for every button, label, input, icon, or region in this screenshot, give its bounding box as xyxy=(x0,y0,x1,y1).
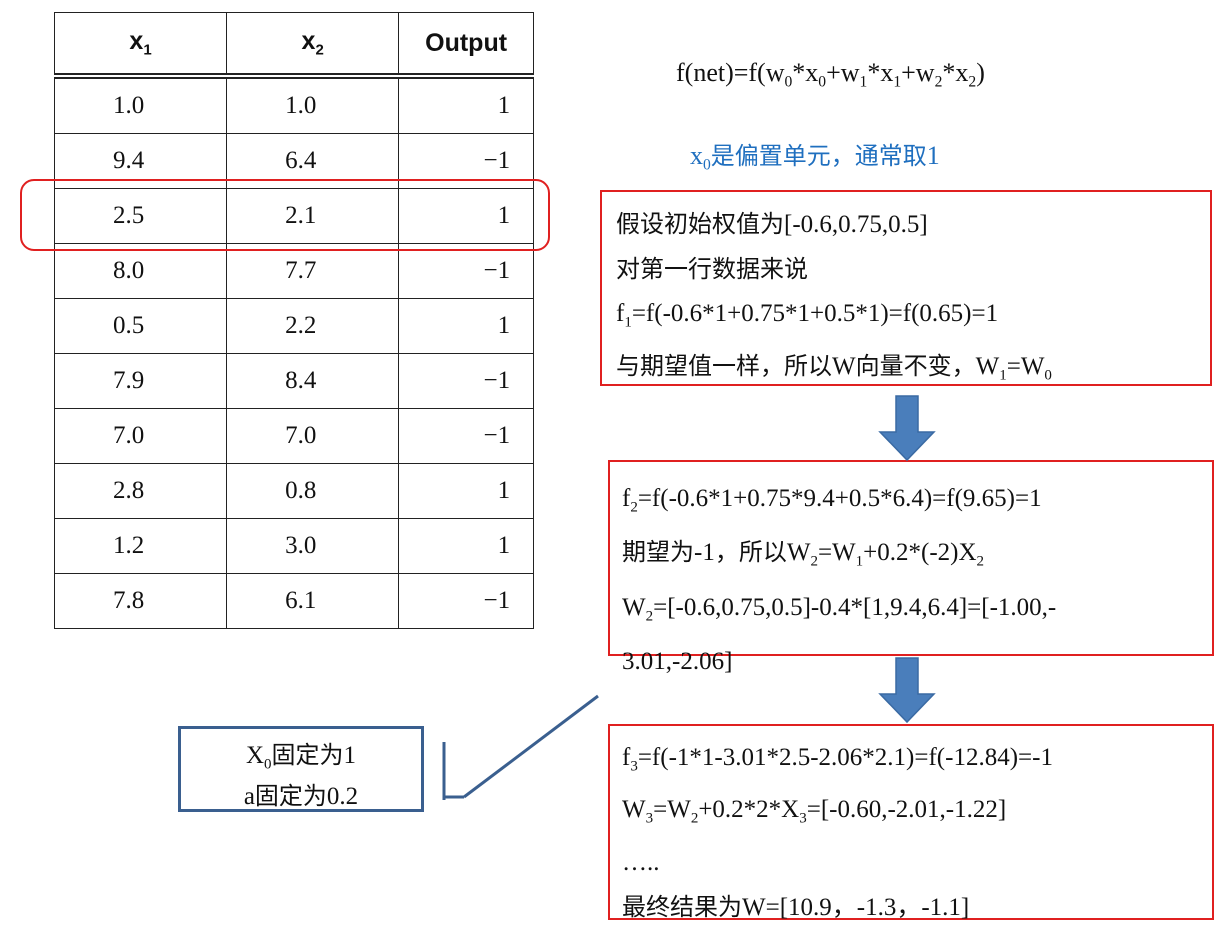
decorations xyxy=(442,395,936,800)
down-arrow-icon xyxy=(878,657,936,724)
callout-connector xyxy=(442,694,599,800)
down-arrow-icon xyxy=(878,395,936,462)
